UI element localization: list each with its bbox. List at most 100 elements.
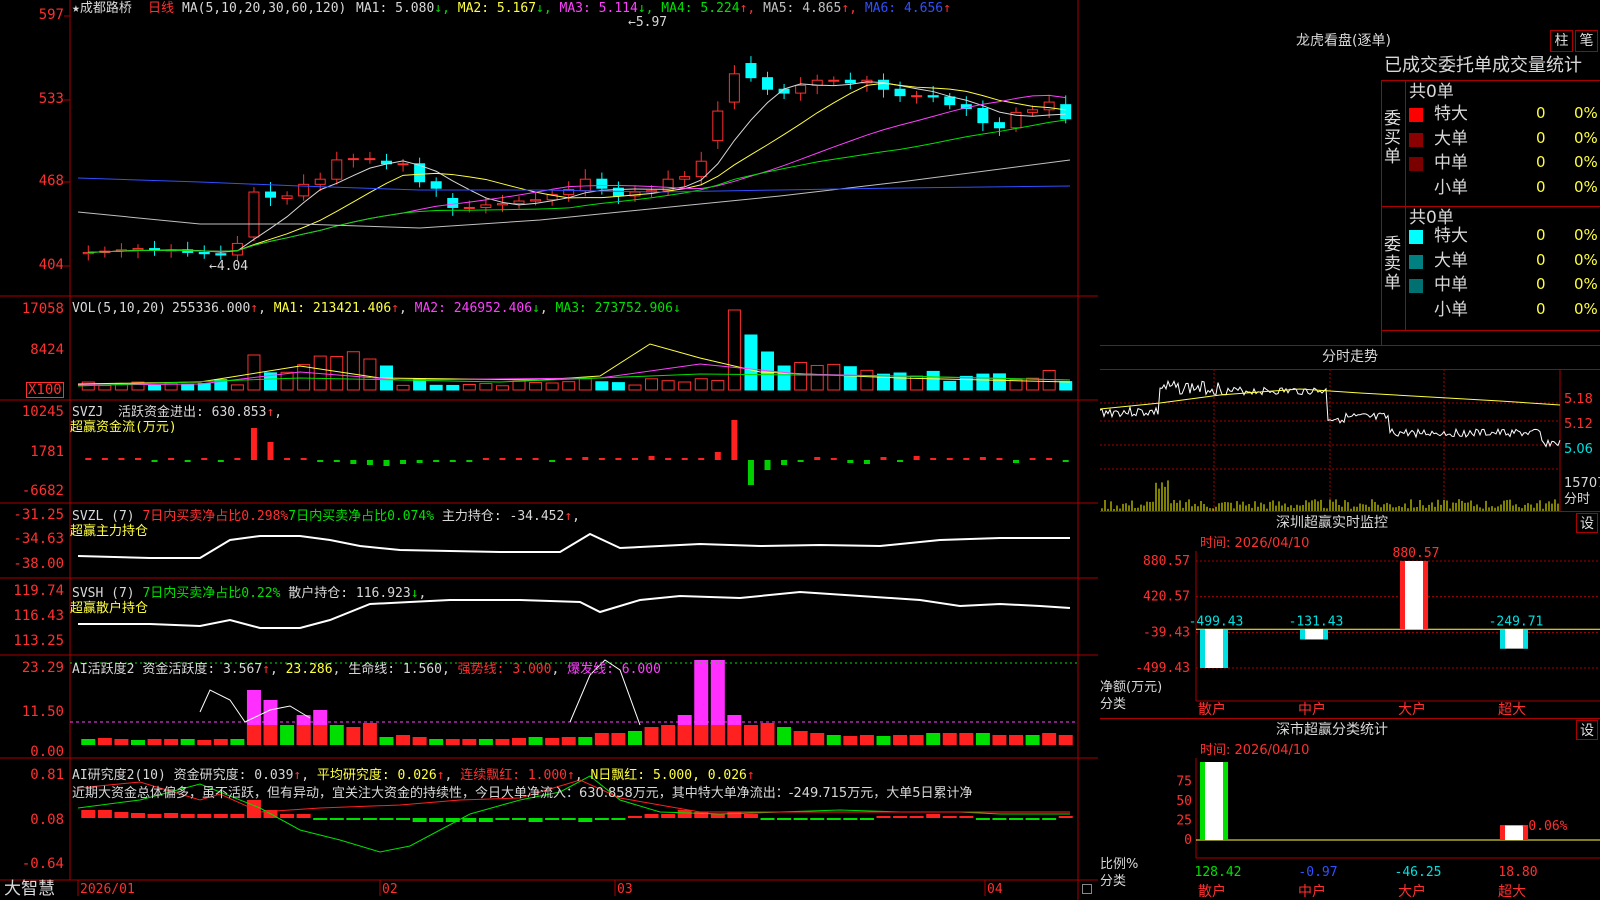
chart-area[interactable]: ←5.97 ←4.04 xyxy=(0,0,1098,900)
period-label[interactable]: 日线 xyxy=(148,2,174,16)
candle-body-54 xyxy=(977,108,989,124)
axis-label-svzl1: -34.63 xyxy=(13,531,64,547)
ai-bar-56 xyxy=(1009,735,1024,745)
ai-bar-27 xyxy=(528,737,543,745)
tick-view-button[interactable]: 笔 xyxy=(1575,30,1598,52)
ma-legend-3: MA3: 5.114 xyxy=(559,1,638,16)
candle-body-57 xyxy=(1027,109,1039,113)
ai-bar-47 xyxy=(859,735,874,745)
intraday-chart[interactable] xyxy=(1100,369,1600,511)
sell-row-count-0: 0 xyxy=(1536,226,1546,244)
ai2-t2: 平均研究度: 0.026 xyxy=(316,768,437,783)
candle-body-30 xyxy=(579,178,591,192)
ai-research-bar-4 xyxy=(147,814,162,818)
lhp-title: 龙虎看盘(逐单) xyxy=(1296,33,1391,49)
svzj-bar-34 xyxy=(648,456,655,460)
candle-body-26 xyxy=(513,200,525,205)
svzj-bar-28 xyxy=(549,460,556,462)
ai-research-bar-12 xyxy=(280,814,295,818)
ai-bar-58 xyxy=(1042,733,1057,745)
buy-row-label-3: 小单 xyxy=(1434,177,1468,198)
vol-bar-44 xyxy=(810,364,824,391)
sell-row-label-3: 小单 xyxy=(1434,299,1468,320)
ai1-t5: 爆发线: 6.000 xyxy=(567,662,661,677)
ai-research-bar-32 xyxy=(611,818,626,820)
ai-research-bar-21 xyxy=(429,818,444,822)
axis-label-ai11: 11.50 xyxy=(21,704,64,720)
ai-bar-base-37 xyxy=(694,725,709,745)
candle-body-45 xyxy=(828,79,840,82)
order-stats-tabs[interactable]: 已成交委托单成交量统计 xyxy=(1384,56,1582,76)
svzj-bar-21 xyxy=(433,460,440,462)
ai-bar-40 xyxy=(743,725,758,745)
ai-research-bar-14 xyxy=(313,818,328,820)
classification-bar-0 xyxy=(1200,762,1228,840)
ai-bar-53 xyxy=(959,733,974,745)
svzj-bar-12 xyxy=(284,458,291,460)
buy-row-count-3: 0 xyxy=(1536,177,1546,196)
vol-bar-45 xyxy=(827,363,841,391)
classification-cat-label-0: 散户 xyxy=(1198,883,1226,900)
candle-body-27 xyxy=(530,199,542,202)
ai-bar-25 xyxy=(495,739,510,745)
vol-bar-37 xyxy=(694,378,708,391)
sell-row-pct-0: 0% xyxy=(1574,226,1598,244)
monitor-bar-2 xyxy=(1400,561,1428,630)
vol-bar-31 xyxy=(595,381,609,391)
ai-bar-34 xyxy=(644,727,659,745)
axis-label-svzj1: 1781 xyxy=(30,444,64,460)
vol-bar-52 xyxy=(943,380,957,391)
ai-bar-51 xyxy=(926,733,941,745)
buy-row-count-0: 0 xyxy=(1536,104,1546,122)
ai-bar-12 xyxy=(280,725,295,745)
ai-bar-24 xyxy=(478,739,493,745)
svzj-bar-48 xyxy=(880,457,887,460)
candle-body-31 xyxy=(596,178,608,189)
xaxis-label-2: 03 xyxy=(617,882,633,897)
ai-bar-21 xyxy=(429,739,444,745)
ai-bar-15 xyxy=(329,725,344,745)
ai-research-bar-48 xyxy=(876,816,891,818)
svzj-bar-6 xyxy=(184,460,191,462)
svsh-t2: 散户持仓: 116.923 xyxy=(288,586,411,601)
ai-research-bar-17 xyxy=(362,818,377,820)
monitor-cat-label-1: 中户 xyxy=(1298,701,1326,718)
ai-bar-1 xyxy=(97,738,112,745)
lock-icon[interactable] xyxy=(1082,884,1092,894)
ai-research-bar-5 xyxy=(164,813,179,818)
vol-ma1: MA1: 213421.406 xyxy=(273,301,392,316)
svzj-bar-49 xyxy=(897,460,904,462)
ai2-t4: N日飘红: 5.000, 0.026 xyxy=(590,768,747,783)
ai1-t2: 23.286 xyxy=(285,662,333,677)
monitor-bar-edge2-2 xyxy=(1423,561,1428,630)
ai-research-bar-16 xyxy=(346,818,361,820)
classification-bar-edge2-0 xyxy=(1223,762,1228,840)
monitor-bar-edge2-3 xyxy=(1523,629,1528,649)
column-view-button[interactable]: 柱 xyxy=(1550,30,1573,52)
monitor-bar-3 xyxy=(1500,629,1528,649)
sell-row-pct-2: 0% xyxy=(1574,275,1598,293)
ai-research-bar-55 xyxy=(992,818,1007,820)
monitor-value-label-2: 880.57 xyxy=(1393,546,1440,561)
monitor-cat-label-3: 超大 xyxy=(1498,702,1526,718)
vol-bar-13 xyxy=(297,364,311,391)
axis-label-svsh0: 119.74 xyxy=(13,583,64,599)
sell-row-label-0: 特大 xyxy=(1434,226,1468,246)
ai-research-bar-1 xyxy=(97,810,112,818)
vol-label: VOL(5,10,20) xyxy=(72,301,166,316)
ai-research-bar-41 xyxy=(760,818,775,820)
candle-body-21 xyxy=(430,181,442,189)
intraday-panel[interactable]: 分时走势 5.18 5.12 5.06 15707 分时 xyxy=(1100,345,1600,511)
vol-bar-34 xyxy=(645,378,659,391)
ai-research-bar-6 xyxy=(180,814,195,818)
svzj-bar-14 xyxy=(317,460,324,462)
ai-bar-2 xyxy=(114,739,129,745)
ai-research-bar-51 xyxy=(926,814,941,818)
ai2-label: AI研究度2(10) xyxy=(72,768,166,783)
sell-row-swatch-1 xyxy=(1409,254,1423,269)
ai-bar-59 xyxy=(1058,735,1073,745)
main-chart-svg[interactable]: ←5.97 ←4.04 xyxy=(0,0,1098,900)
svzj-bar-23 xyxy=(466,460,473,462)
vol-unit-badge[interactable]: X100 xyxy=(26,382,64,398)
candle-body-42 xyxy=(778,88,790,94)
